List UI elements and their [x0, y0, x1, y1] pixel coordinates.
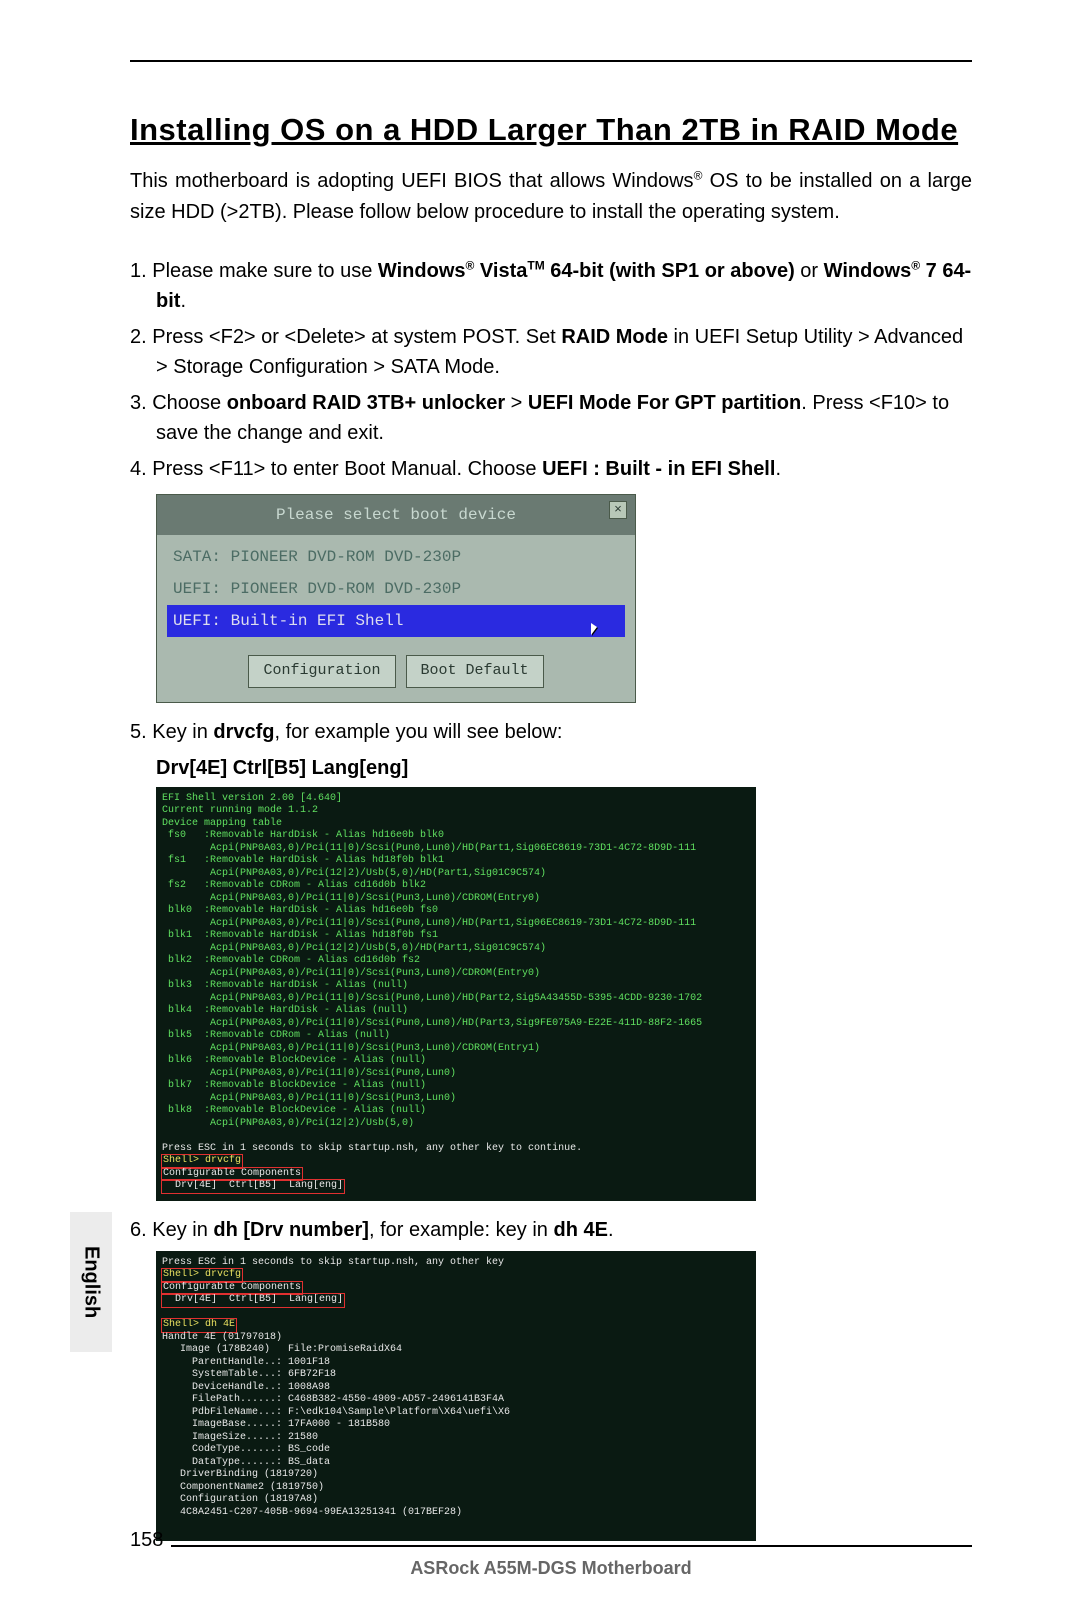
- s1c: Vista: [474, 260, 527, 282]
- top-rule: [130, 60, 972, 62]
- step-3: 3. Choose onboard RAID 3TB+ unlocker > U…: [130, 388, 972, 448]
- reg2: ®: [911, 258, 920, 272]
- close-icon[interactable]: ×: [609, 501, 627, 519]
- language-tab: English: [70, 1212, 112, 1352]
- s4c: .: [775, 458, 781, 480]
- s1b: Windows® VistaTM 64-bit (with SP1 or abo…: [378, 260, 795, 282]
- tm: TM: [527, 258, 544, 272]
- boot-header: Please select boot device ×: [157, 495, 635, 535]
- page-footer: 158 ASRock A55M-DGS Motherboard: [130, 1529, 972, 1579]
- s1e: or: [795, 260, 824, 282]
- s5c: , for example you will see below:: [275, 721, 563, 743]
- page-number: 158: [130, 1529, 163, 1552]
- s1h: .: [180, 290, 186, 312]
- boot-header-text: Please select boot device: [276, 503, 516, 527]
- s6c: , for example: key in: [369, 1219, 554, 1241]
- step-1: 1. Please make sure to use Windows® Vist…: [130, 256, 972, 316]
- s5a: 5. Key in: [130, 721, 213, 743]
- boot-button-row: Configuration Boot Default: [157, 647, 635, 702]
- boot-item-uefi-dvd[interactable]: UEFI: PIONEER DVD-ROM DVD-230P: [167, 573, 625, 605]
- step-4: 4. Press <F11> to enter Boot Manual. Cho…: [130, 454, 972, 484]
- boot-default-button[interactable]: Boot Default: [406, 655, 544, 688]
- s3d: UEFI Mode For GPT partition: [528, 392, 801, 414]
- s5b: drvcfg: [213, 721, 274, 743]
- s1a: 1. Please make sure to use: [130, 260, 378, 282]
- s6b: dh [Drv number]: [213, 1219, 369, 1241]
- boot-item-uefi-shell[interactable]: UEFI: Built-in EFI Shell: [167, 605, 625, 637]
- s6d: dh 4E: [553, 1219, 607, 1241]
- s3b: onboard RAID 3TB+ unlocker: [227, 392, 505, 414]
- s4a: 4. Press <F11> to enter Boot Manual. Cho…: [130, 458, 542, 480]
- language-label: English: [80, 1246, 103, 1318]
- s6a: 6. Key in: [130, 1219, 213, 1241]
- s1f-t: Windows: [824, 260, 912, 282]
- efi-shell-screenshot-2: Press ESC in 1 seconds to skip startup.n…: [156, 1251, 756, 1541]
- boot-list: SATA: PIONEER DVD-ROM DVD-230P UEFI: PIO…: [157, 535, 635, 647]
- configuration-button[interactable]: Configuration: [248, 655, 395, 688]
- drv-line: Drv[4E] Ctrl[B5] Lang[eng]: [156, 753, 972, 783]
- footer-rule: [171, 1545, 972, 1547]
- steps-list: 1. Please make sure to use Windows® Vist…: [130, 256, 972, 1541]
- s3a: 3. Choose: [130, 392, 227, 414]
- page-title: Installing OS on a HDD Larger Than 2TB i…: [130, 112, 972, 148]
- step-2: 2. Press <F2> or <Delete> at system POST…: [130, 322, 972, 382]
- step-5: 5. Key in drvcfg, for example you will s…: [130, 717, 972, 747]
- s2b: RAID Mode: [561, 326, 668, 348]
- boot-item-sata[interactable]: SATA: PIONEER DVD-ROM DVD-230P: [167, 541, 625, 573]
- s3c: >: [505, 392, 528, 414]
- intro-a: This motherboard is adopting UEFI BIOS t…: [130, 170, 694, 192]
- footer-text: ASRock A55M-DGS Motherboard: [130, 1558, 972, 1579]
- s1b-t: Windows: [378, 260, 466, 282]
- s2a: 2. Press <F2> or <Delete> at system POST…: [130, 326, 561, 348]
- s6e: .: [608, 1219, 614, 1241]
- s4b: UEFI : Built - in EFI Shell: [542, 458, 775, 480]
- boot-device-screenshot: Please select boot device × SATA: PIONEE…: [156, 494, 972, 703]
- intro-text: This motherboard is adopting UEFI BIOS t…: [130, 166, 972, 228]
- boot-dialog: Please select boot device × SATA: PIONEE…: [156, 494, 636, 703]
- efi-shell-screenshot-1: EFI Shell version 2.00 [4.640] Current r…: [156, 787, 756, 1201]
- s1d: 64-bit (with SP1 or above): [545, 260, 795, 282]
- step-6: 6. Key in dh [Drv number], for example: …: [130, 1215, 972, 1245]
